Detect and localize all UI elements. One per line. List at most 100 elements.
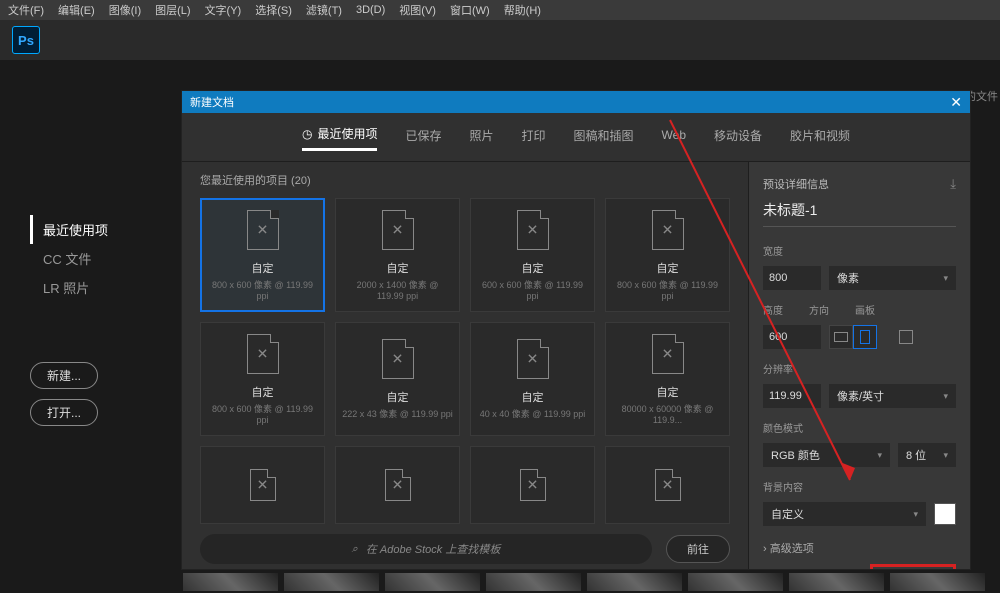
- preset-card[interactable]: 自定2000 x 1400 像素 @ 119.99 ppi: [335, 198, 460, 312]
- preset-name: 自定: [522, 260, 544, 276]
- menu-image[interactable]: 图像(I): [109, 2, 141, 18]
- thumbnail: [789, 573, 884, 591]
- chevron-down-icon: ▾: [943, 391, 948, 402]
- preset-card[interactable]: 自定 800 x 600 像素 @ 119.99 ppi: [200, 198, 325, 312]
- thumbnail: [284, 573, 379, 591]
- width-unit-select[interactable]: 像素 ▾: [829, 266, 956, 290]
- sidebar-item-cc-files[interactable]: CC 文件: [30, 244, 170, 273]
- tab-mobile[interactable]: 移动设备: [714, 125, 762, 151]
- thumbnail: [890, 573, 985, 591]
- annotation-highlight: 创建: [870, 564, 956, 569]
- thumbnail: [183, 573, 278, 591]
- select-value: 像素: [837, 270, 859, 286]
- clock-icon: ◷: [302, 127, 312, 141]
- go-button[interactable]: 前往: [666, 535, 730, 563]
- preset-details-panel: 预设详细信息 ⤓ 未标题-1 宽度 像素▾ 高度 方向 画板: [748, 162, 970, 569]
- preset-name: 自定: [657, 384, 679, 400]
- chevron-down-icon: ▾: [913, 509, 918, 520]
- chevron-down-icon: ▾: [943, 273, 948, 284]
- background-thumbnails: [181, 571, 1000, 593]
- tab-art[interactable]: 图稿和插图: [574, 125, 634, 151]
- close-icon[interactable]: ✕: [950, 94, 962, 111]
- tab-photo[interactable]: 照片: [469, 125, 493, 151]
- document-icon: [247, 334, 279, 374]
- document-icon: [250, 469, 276, 501]
- preset-card[interactable]: 自定800 x 600 像素 @ 119.99 ppi: [605, 198, 730, 312]
- document-icon: [517, 210, 549, 250]
- tab-saved[interactable]: 已保存: [405, 125, 441, 151]
- preset-dimensions: 80000 x 60000 像素 @ 119.9...: [612, 402, 723, 425]
- preset-card[interactable]: [605, 446, 730, 524]
- background-select[interactable]: 自定义 ▾: [763, 502, 926, 526]
- document-icon: [652, 334, 684, 374]
- document-icon: [655, 469, 681, 501]
- menu-3d[interactable]: 3D(D): [356, 4, 385, 16]
- tab-web[interactable]: Web: [662, 125, 686, 151]
- height-input[interactable]: [763, 325, 821, 349]
- details-header: 预设详细信息: [763, 176, 829, 192]
- preset-dimensions: 800 x 600 像素 @ 119.99 ppi: [208, 278, 317, 301]
- document-icon: [382, 339, 414, 379]
- document-icon: [382, 210, 414, 250]
- artboard-checkbox[interactable]: [899, 330, 913, 344]
- menu-help[interactable]: 帮助(H): [504, 2, 541, 18]
- thumbnail: [688, 573, 783, 591]
- preset-card[interactable]: 自定40 x 40 像素 @ 119.99 ppi: [470, 322, 595, 436]
- document-icon: [520, 469, 546, 501]
- preset-dimensions: 40 x 40 像素 @ 119.99 ppi: [480, 407, 586, 420]
- select-value: 自定义: [771, 506, 804, 522]
- document-name-input[interactable]: 未标题-1: [763, 200, 956, 227]
- document-icon: [517, 339, 549, 379]
- dialog-titlebar[interactable]: 新建文档 ✕: [182, 91, 970, 113]
- preset-name: 自定: [657, 260, 679, 276]
- artboard-label: 画板: [855, 302, 875, 317]
- color-mode-select[interactable]: RGB 颜色▾: [763, 443, 890, 467]
- preset-card[interactable]: 自定222 x 43 像素 @ 119.99 ppi: [335, 322, 460, 436]
- menu-select[interactable]: 选择(S): [255, 2, 292, 18]
- preset-name: 自定: [387, 389, 409, 405]
- menu-window[interactable]: 窗口(W): [450, 2, 490, 18]
- menu-filter[interactable]: 滤镜(T): [306, 2, 342, 18]
- tab-film[interactable]: 胶片和视频: [790, 125, 850, 151]
- bit-depth-select[interactable]: 8 位▾: [898, 443, 956, 467]
- preset-card[interactable]: [335, 446, 460, 524]
- sidebar-item-recent[interactable]: 最近使用项: [30, 215, 170, 244]
- sidebar-item-lr-photos[interactable]: LR 照片: [30, 273, 170, 302]
- recent-count-label: 您最近使用的项目 (20): [200, 172, 730, 188]
- new-button[interactable]: 新建...: [30, 362, 98, 389]
- resolution-input[interactable]: [763, 384, 821, 408]
- preset-card[interactable]: [470, 446, 595, 524]
- preset-card[interactable]: 自定 80000 x 60000 像素 @ 119.9...: [605, 322, 730, 436]
- landscape-icon: [834, 332, 848, 342]
- select-value: RGB 颜色: [771, 447, 820, 463]
- orientation-landscape-button[interactable]: [829, 325, 853, 349]
- preset-name: 自定: [252, 260, 274, 276]
- width-label: 宽度: [763, 243, 956, 258]
- tab-recent[interactable]: ◷ 最近使用项: [302, 125, 378, 151]
- tab-label: 最近使用项: [317, 125, 377, 142]
- preset-name: 自定: [252, 384, 274, 400]
- menu-edit[interactable]: 编辑(E): [58, 2, 95, 18]
- orientation-portrait-button[interactable]: [853, 325, 877, 349]
- menu-type[interactable]: 文字(Y): [205, 2, 242, 18]
- height-label: 高度: [763, 302, 783, 317]
- category-tabs: ◷ 最近使用项 已保存 照片 打印 图稿和插图 Web 移动设备 胶片和视频: [182, 113, 970, 162]
- preset-card[interactable]: 自定600 x 600 像素 @ 119.99 ppi: [470, 198, 595, 312]
- width-input[interactable]: [763, 266, 821, 290]
- save-preset-icon[interactable]: ⤓: [950, 176, 956, 192]
- background-color-swatch[interactable]: [934, 503, 956, 525]
- document-icon: [247, 210, 279, 250]
- menu-view[interactable]: 视图(V): [399, 2, 436, 18]
- open-button[interactable]: 打开...: [30, 399, 98, 426]
- menu-layer[interactable]: 图层(L): [155, 2, 190, 18]
- preset-card[interactable]: 自定800 x 600 像素 @ 119.99 ppi: [200, 322, 325, 436]
- tab-print[interactable]: 打印: [522, 125, 546, 151]
- preset-card[interactable]: [200, 446, 325, 524]
- preset-dimensions: 2000 x 1400 像素 @ 119.99 ppi: [342, 278, 453, 301]
- advanced-options-toggle[interactable]: › 高级选项: [763, 540, 956, 556]
- resolution-unit-select[interactable]: 像素/英寸▾: [829, 384, 956, 408]
- thumbnail: [385, 573, 480, 591]
- stock-search-input[interactable]: ⌕ 在 Adobe Stock 上查找模板: [200, 534, 652, 564]
- document-icon: [652, 210, 684, 250]
- menu-file[interactable]: 文件(F): [8, 2, 44, 18]
